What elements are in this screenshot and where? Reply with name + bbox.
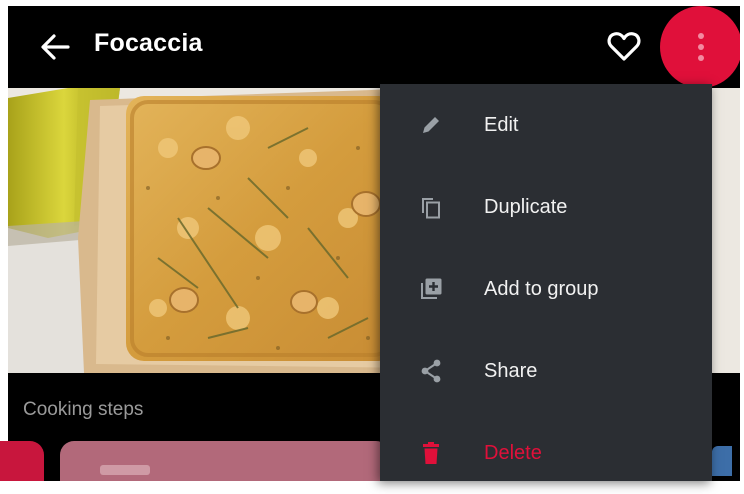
top-app-bar: Focaccia — [8, 6, 740, 88]
more-vert-icon — [698, 33, 704, 61]
trash-icon — [423, 442, 439, 464]
pencil-icon — [423, 117, 439, 133]
menu-item-edit[interactable]: Edit — [380, 84, 712, 166]
menu-item-label: Delete — [484, 442, 542, 464]
share-icon — [421, 359, 441, 383]
add-to-group-icon — [421, 278, 442, 299]
menu-item-duplicate[interactable]: Duplicate — [380, 166, 712, 248]
step-card-current[interactable] — [60, 441, 390, 481]
menu-item-label: Edit — [484, 114, 519, 136]
menu-item-add-to-group[interactable]: Add to group — [380, 248, 712, 330]
more-options-button[interactable] — [660, 6, 740, 88]
page-title: Focaccia — [94, 29, 203, 57]
menu-item-label: Share — [484, 360, 538, 382]
cooking-steps-heading: Cooking steps — [23, 399, 144, 420]
menu-item-share[interactable]: Share — [380, 330, 712, 412]
menu-item-delete[interactable]: Delete — [380, 412, 712, 494]
arrow-back-icon[interactable] — [38, 32, 72, 62]
heart-outline-icon[interactable] — [606, 28, 642, 64]
overflow-menu: Edit Duplicate Add to group Share Delete — [380, 84, 712, 481]
menu-item-label: Add to group — [484, 278, 599, 300]
copy-icon — [422, 198, 440, 219]
menu-item-label: Duplicate — [484, 196, 568, 218]
step-card-next[interactable] — [712, 446, 732, 476]
step-card-previous[interactable] — [0, 441, 44, 481]
